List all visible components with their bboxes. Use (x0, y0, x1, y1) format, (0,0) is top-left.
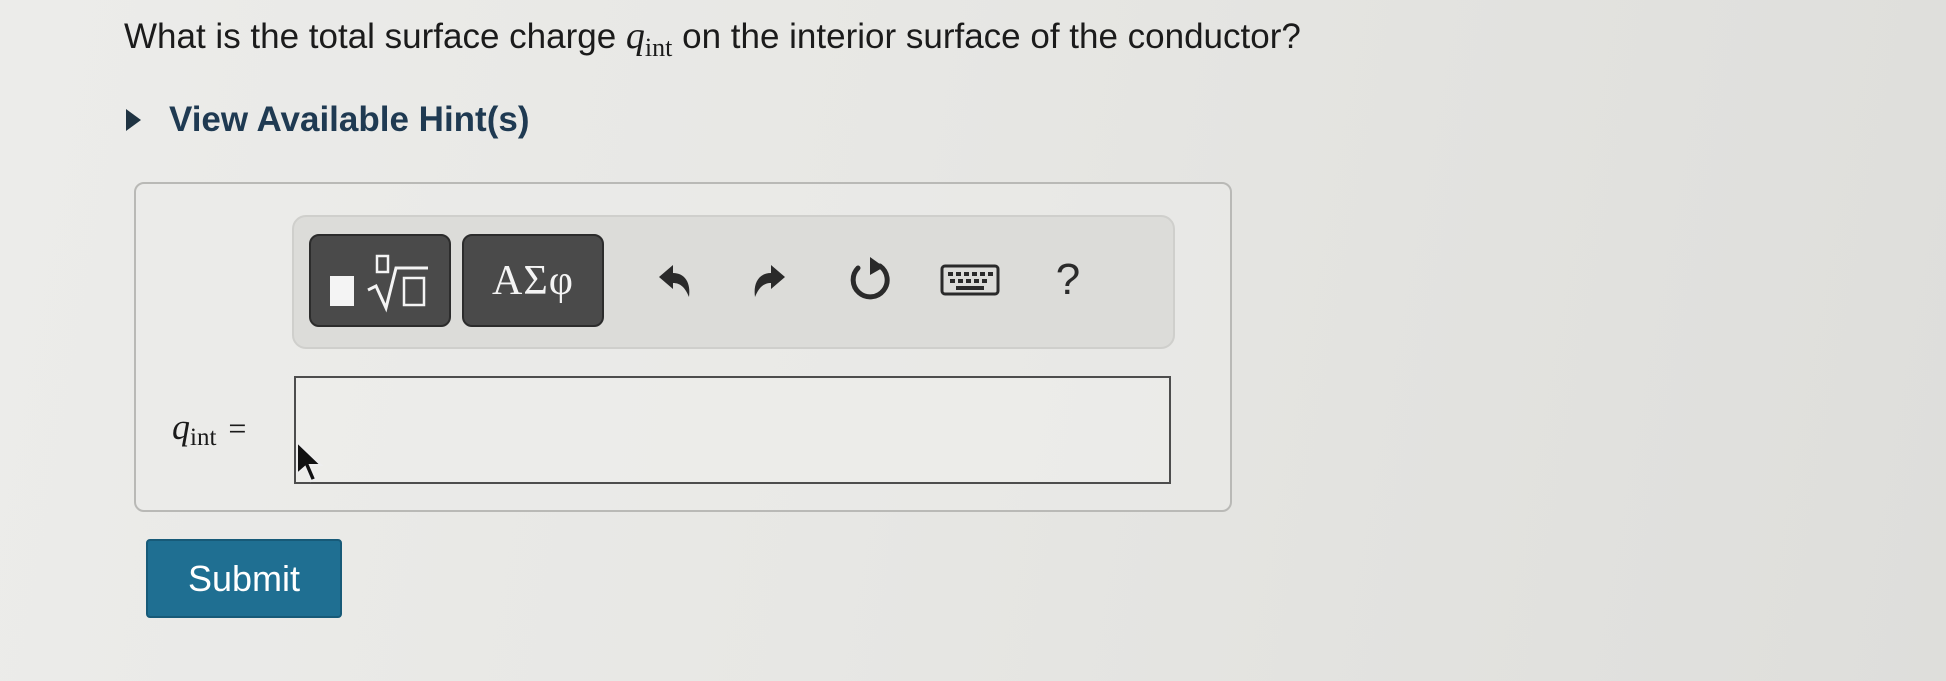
reset-icon (850, 257, 890, 300)
greek-symbols-button[interactable]: ΑΣφ (462, 234, 604, 327)
templates-button[interactable] (309, 234, 451, 327)
reset-button[interactable] (840, 245, 900, 315)
undo-icon (659, 265, 690, 297)
view-hints-toggle[interactable]: View Available Hint(s) (126, 100, 529, 140)
question-text: What is the total surface charge qint on… (124, 14, 1301, 62)
templates-icon (330, 254, 428, 313)
undo-button[interactable] (642, 245, 702, 315)
mouse-cursor-icon (296, 440, 324, 483)
redo-icon (754, 265, 785, 297)
help-label: ? (1055, 255, 1081, 304)
answer-label: qint = (172, 406, 247, 451)
caret-right-icon (126, 109, 141, 131)
keyboard-icon (940, 264, 1000, 296)
answer-var-subscript: int (190, 424, 217, 451)
answer-var-q: q (172, 407, 190, 447)
question-text-after: on the interior surface of the conductor… (682, 17, 1301, 56)
answer-input[interactable] (294, 376, 1171, 484)
keyboard-button[interactable] (940, 245, 1000, 315)
redo-button[interactable] (742, 245, 802, 315)
help-button[interactable]: ? (1038, 245, 1098, 315)
question-var-subscript: int (644, 33, 673, 62)
greek-symbols-label: ΑΣφ (491, 257, 575, 304)
math-toolbar: ΑΣφ ? (292, 215, 1175, 349)
question-text-before: What is the total surface charge (124, 17, 617, 56)
question-var-q: q (625, 15, 645, 57)
submit-button[interactable]: Submit (146, 539, 342, 618)
equals-sign: = (228, 410, 247, 446)
view-hints-label: View Available Hint(s) (169, 100, 530, 139)
